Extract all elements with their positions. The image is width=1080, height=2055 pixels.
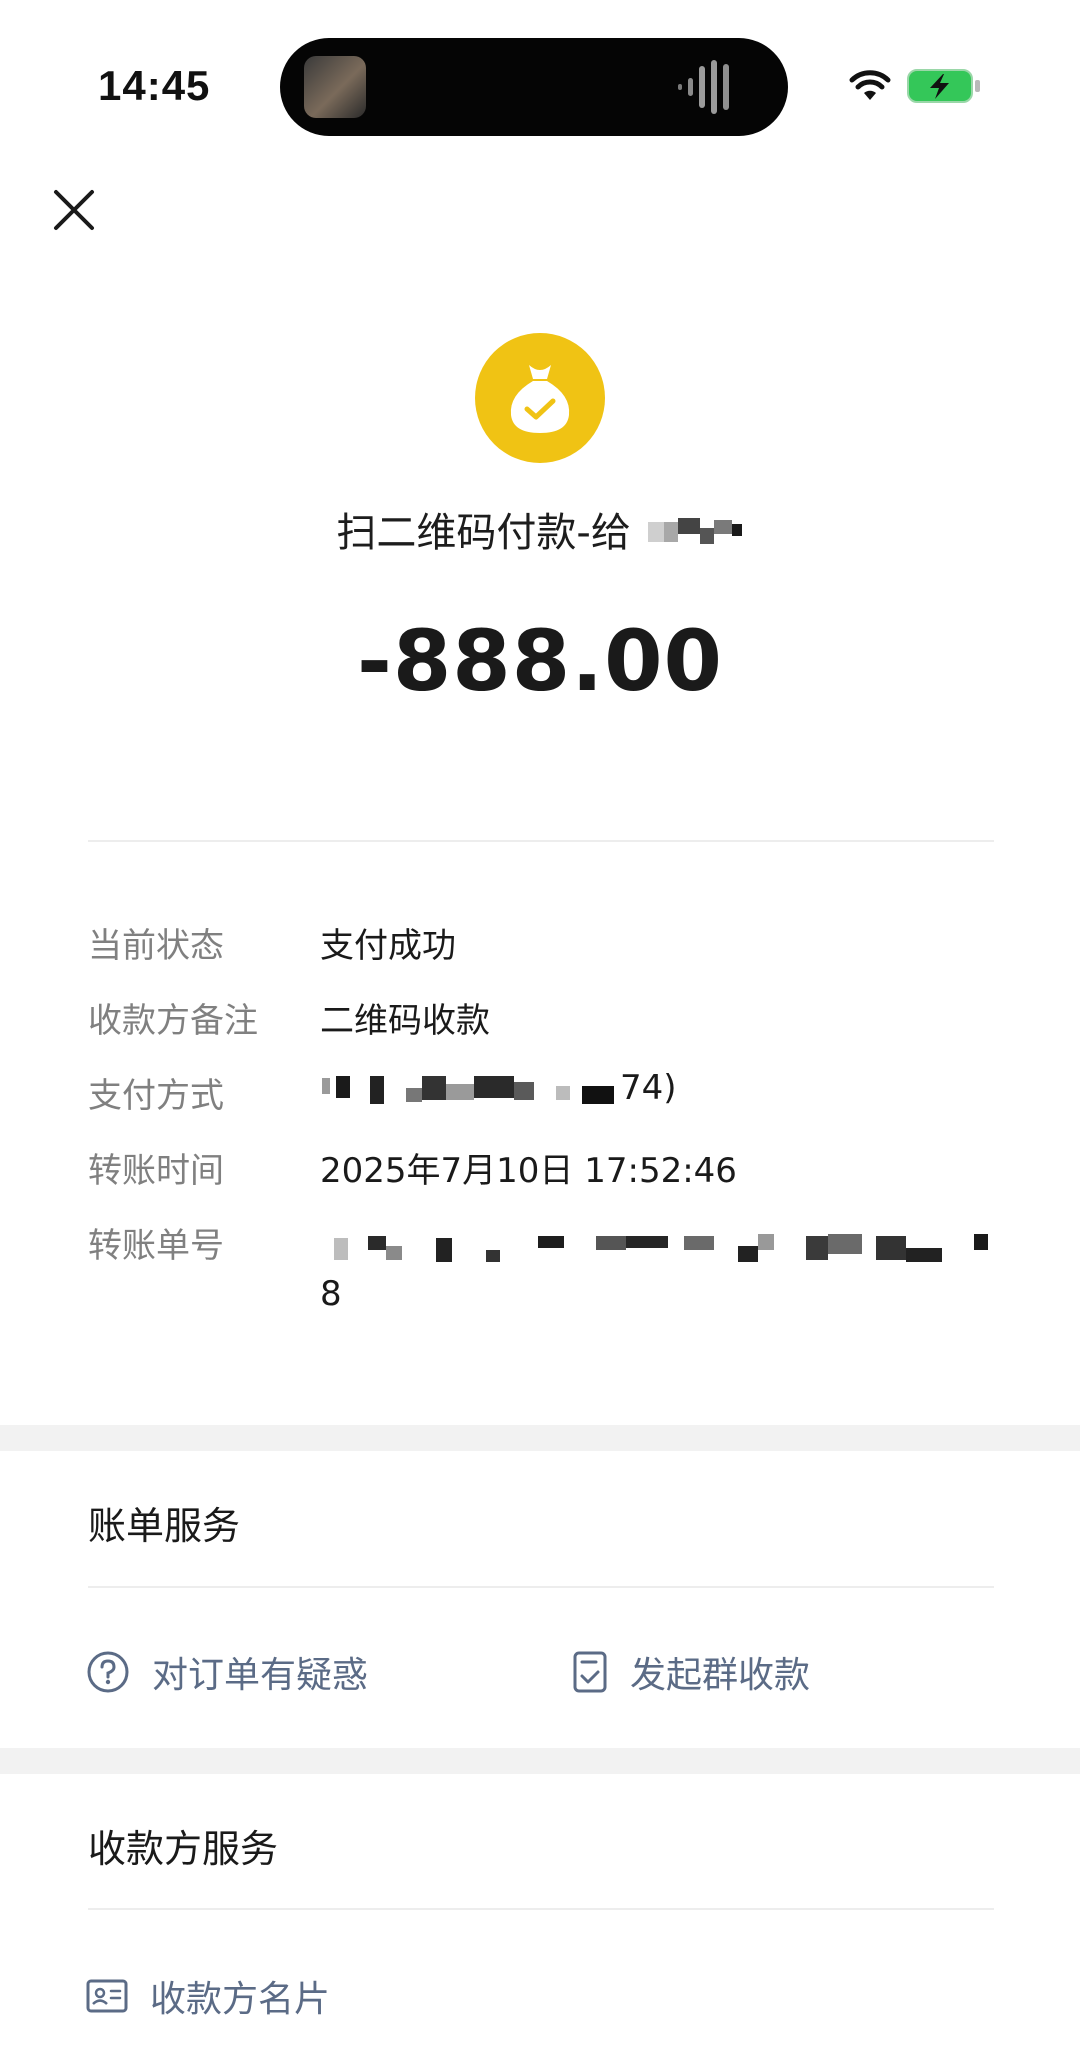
section-separator [0,1748,1080,1774]
contact-card-icon [86,1979,128,2013]
audio-wave-icon [678,60,729,114]
detail-label-remark: 收款方备注 [88,1001,258,1041]
wifi-icon [849,70,891,100]
detail-label-order-no: 转账单号 [88,1226,224,1266]
bill-service-title: 账单服务 [88,1504,241,1548]
status-time: 14:45 [98,62,211,109]
payment-method-redacted [320,1068,620,1108]
detail-value-status: 支付成功 [320,926,456,966]
detail-value-method: 74) [320,1068,677,1108]
payee-card-label: 收款方名片 [150,1979,331,2020]
payment-title: 扫二维码付款-给 [0,500,1080,558]
question-circle-icon [87,1651,129,1693]
payment-amount: -888.00 [356,612,723,710]
order-number-tail: 8 [320,1274,342,1314]
divider [88,1908,994,1910]
divider [88,1586,994,1588]
payee-service-title: 收款方服务 [88,1827,279,1871]
order-question-button[interactable]: 对订单有疑惑 [86,1646,368,1698]
status-bar: 14:45 [0,0,1080,140]
detail-label-method: 支付方式 [88,1076,224,1116]
detail-value-remark: 二维码收款 [320,1001,490,1041]
divider [88,840,994,842]
order-question-label: 对订单有疑惑 [152,1655,369,1696]
transaction-detail-page: 14:45 扫二维码付款-给 -888.00 当前状态 支付成功 收款方备注 二… [0,0,1080,2055]
payee-card-button[interactable]: 收款方名片 [86,1970,330,2022]
close-icon[interactable] [50,186,98,234]
payment-title-text: 扫二维码付款-给 [336,510,631,556]
payee-name-redacted [644,514,744,544]
section-separator [0,1425,1080,1451]
now-playing-thumbnail [304,56,366,118]
order-number-redacted [320,1228,994,1268]
detail-label-status: 当前状态 [88,926,224,966]
payment-method-suffix: 74) [620,1068,677,1108]
document-check-icon [573,1651,607,1693]
money-bag-check-icon [475,333,605,463]
status-indicators [848,66,988,106]
group-collection-button[interactable]: 发起群收款 [572,1646,810,1698]
dynamic-island [280,38,788,136]
detail-label-time: 转账时间 [88,1151,224,1191]
detail-value-order-no: 8 [320,1218,1000,1318]
battery-charging-icon [907,69,980,103]
group-collection-label: 发起群收款 [630,1655,811,1696]
detail-value-time: 2025年7月10日 17:52:46 [320,1151,737,1191]
